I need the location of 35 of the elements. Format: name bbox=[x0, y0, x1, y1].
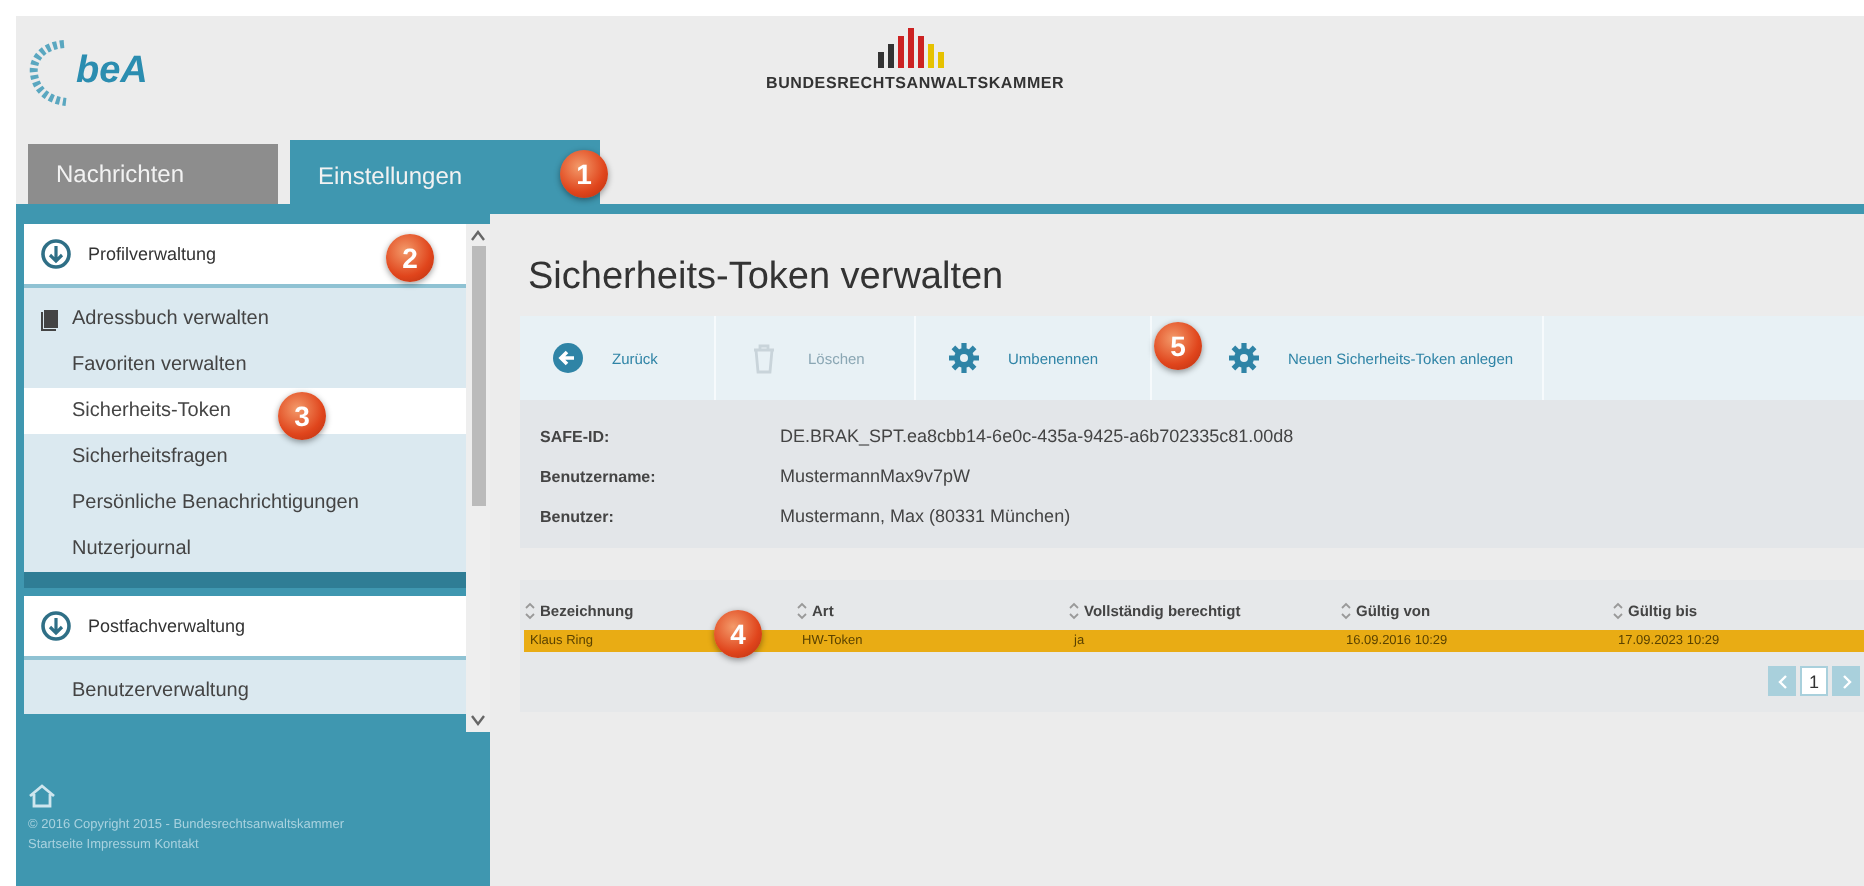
back-icon bbox=[552, 342, 584, 374]
menu-item[interactable]: Nutzerjournal bbox=[24, 526, 466, 572]
collapse-icon[interactable] bbox=[40, 610, 72, 642]
menu-item[interactable]: Persönliche Benachrichtigungen bbox=[24, 480, 466, 526]
gear-icon bbox=[1228, 342, 1260, 374]
field-label: SAFE-ID: bbox=[540, 427, 612, 445]
home-icon[interactable] bbox=[28, 784, 56, 808]
field-label: Benutzer: bbox=[540, 507, 616, 525]
field-label: Benutzername: bbox=[540, 467, 658, 485]
chevron-right-icon bbox=[1839, 673, 1853, 689]
scroll-down-icon[interactable] bbox=[470, 714, 486, 726]
menu-item[interactable]: Favoriten verwalten bbox=[24, 342, 466, 388]
sort-icon bbox=[1612, 601, 1624, 619]
chevron-left-icon bbox=[1775, 673, 1789, 689]
logo-text: beA bbox=[76, 50, 148, 94]
field-value: Mustermann, Max (80331 München) bbox=[780, 506, 1071, 526]
logo-swirl-icon bbox=[28, 38, 72, 106]
sort-icon bbox=[524, 601, 536, 619]
sort-icon bbox=[1340, 601, 1352, 619]
page-title: Sicherheits-Token verwalten bbox=[528, 256, 1006, 300]
field-value: DE.BRAK_SPT.ea8cbb14-6e0c-435a-9425-a6b702335c81.00d8 bbox=[780, 426, 1294, 446]
scroll-up-icon[interactable] bbox=[470, 230, 486, 242]
gear-icon bbox=[948, 342, 980, 374]
sort-icon bbox=[796, 601, 808, 619]
collapse-icon[interactable] bbox=[40, 238, 72, 270]
organization-name: BUNDESRECHTSANWALTSKAMMER bbox=[766, 74, 1065, 92]
trash-icon bbox=[748, 342, 780, 374]
field-value: MustermannMax9v7pW bbox=[780, 466, 971, 486]
sort-icon bbox=[1068, 601, 1080, 619]
menu-item[interactable]: Adressbuch verwalten bbox=[24, 296, 466, 342]
section-header[interactable]: Postfachverwaltung bbox=[24, 596, 466, 660]
scrollbar[interactable] bbox=[466, 224, 490, 732]
page-button[interactable]: 1 bbox=[1800, 666, 1828, 696]
menu-item[interactable]: Sicherheitsfragen bbox=[24, 434, 466, 480]
book-icon bbox=[40, 307, 60, 331]
